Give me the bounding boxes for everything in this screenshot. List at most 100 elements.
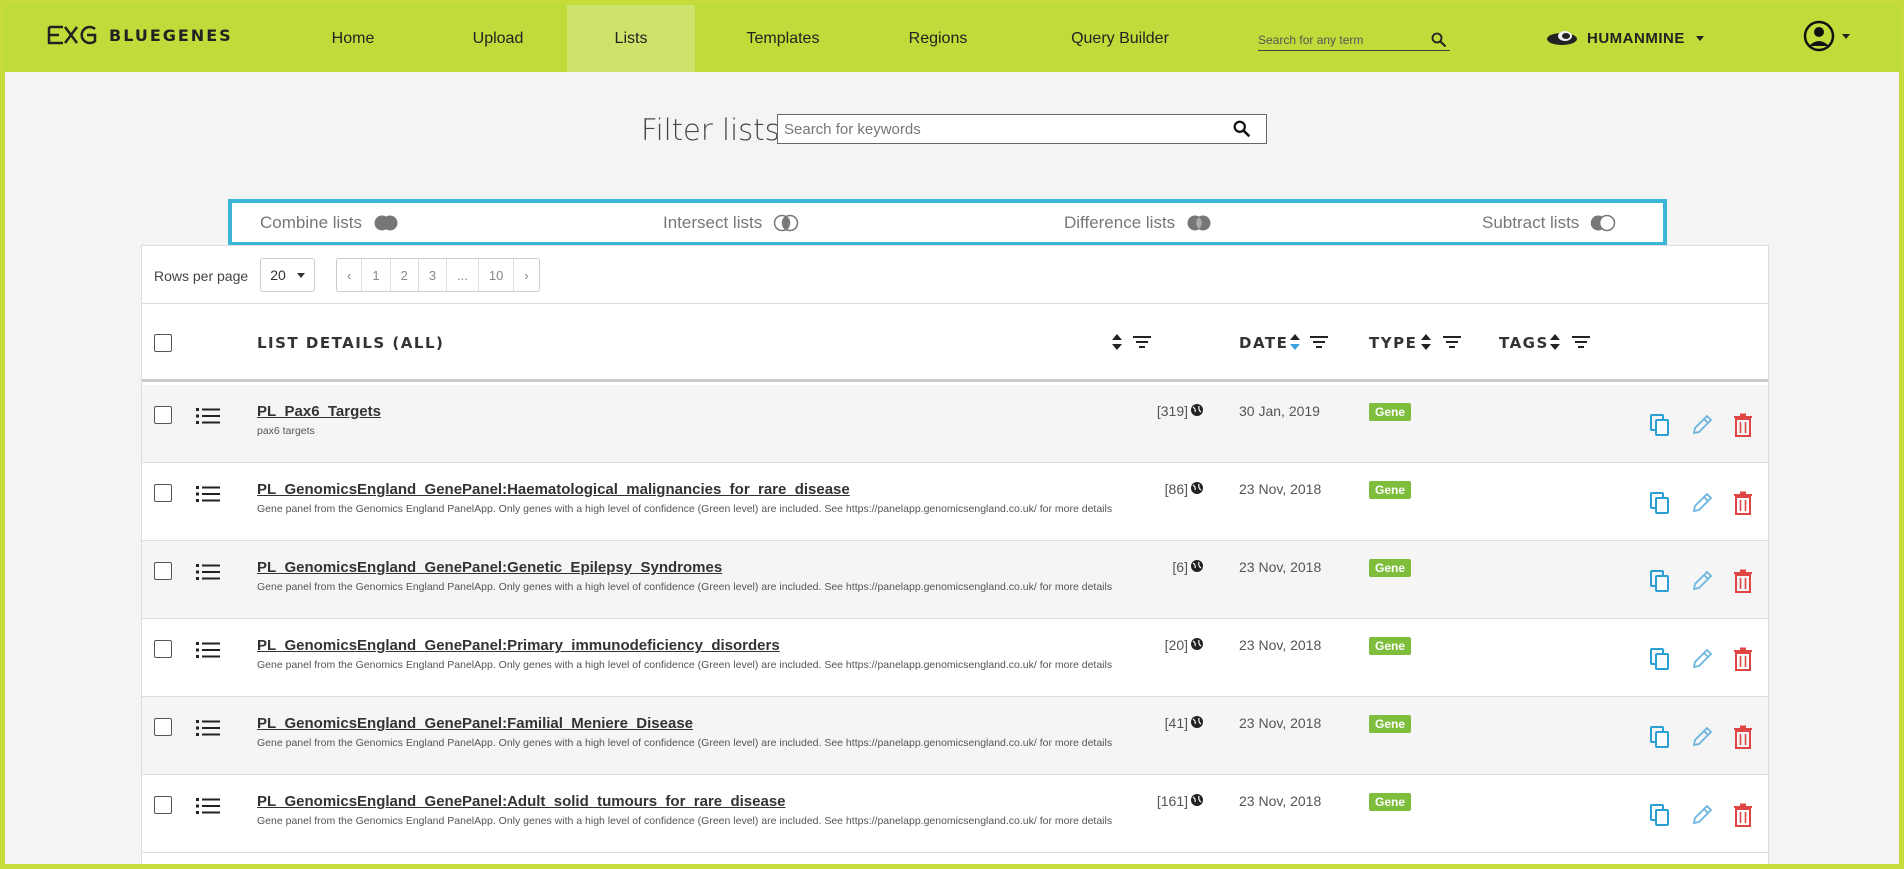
list-icon[interactable]: [196, 407, 220, 425]
combine-lists-label: Combine lists: [260, 213, 363, 232]
row-checkbox[interactable]: [154, 406, 172, 424]
difference-lists-button[interactable]: Difference lists: [1064, 213, 1213, 233]
list-date: 30 Jan, 2019: [1239, 403, 1320, 419]
list-name[interactable]: PL_GenomicsEngland_GenePanel:Haematologi…: [257, 481, 850, 498]
logo[interactable]: BLUEGENES: [47, 25, 233, 45]
page-prev[interactable]: ‹: [337, 259, 363, 291]
page-next[interactable]: ›: [514, 259, 538, 291]
edit-icon[interactable]: [1691, 725, 1713, 749]
subtract-icon: [1591, 214, 1616, 232]
list-icon[interactable]: [196, 563, 220, 581]
row-checkbox[interactable]: [154, 484, 172, 502]
edit-icon[interactable]: [1691, 803, 1713, 827]
subtract-lists-label: Subtract lists: [1482, 213, 1580, 232]
subtract-lists-button[interactable]: Subtract lists: [1482, 213, 1617, 233]
sort-desc-icon[interactable]: [1289, 332, 1301, 352]
list-description: Gene panel from the Genomics England Pan…: [257, 503, 1113, 515]
copy-icon[interactable]: [1649, 569, 1671, 593]
list-icon[interactable]: [196, 719, 220, 737]
globe-icon: [1191, 794, 1203, 806]
copy-icon[interactable]: [1649, 725, 1671, 749]
filter-icon[interactable]: [1571, 335, 1591, 349]
list-name[interactable]: PL_Pax6_Targets: [257, 403, 381, 420]
intersect-lists-button[interactable]: Intersect lists: [663, 213, 800, 233]
list-name[interactable]: PL_GenomicsEngland_GenePanel:Familial_Me…: [257, 715, 693, 732]
type-badge: Gene: [1369, 559, 1412, 577]
edit-icon[interactable]: [1691, 647, 1713, 671]
mine-name: HUMANMINE: [1587, 29, 1685, 47]
list-icon[interactable]: [196, 641, 220, 659]
list-count: [161]: [1156, 793, 1188, 809]
filter-icon[interactable]: [1442, 335, 1462, 349]
type-badge: Gene: [1369, 403, 1412, 421]
page-10[interactable]: 10: [479, 259, 515, 291]
copy-icon[interactable]: [1649, 647, 1671, 671]
list-date: 23 Nov, 2018: [1239, 793, 1322, 809]
table-row[interactable]: PL_GenomicsEngland_GenePanel:Primary_imm…: [142, 619, 1768, 697]
sort-icon[interactable]: [1549, 332, 1561, 352]
row-checkbox[interactable]: [154, 718, 172, 736]
edit-icon[interactable]: [1691, 413, 1713, 437]
rows-per-page-value: 20: [270, 267, 286, 283]
globe-icon: [1191, 716, 1203, 728]
user-menu[interactable]: [1803, 20, 1850, 52]
row-checkbox[interactable]: [154, 640, 172, 658]
list-date: 23 Nov, 2018: [1239, 481, 1322, 497]
delete-icon[interactable]: [1733, 413, 1753, 437]
list-name[interactable]: PL_GenomicsEngland_GenePanel:Adult_solid…: [257, 793, 786, 810]
delete-icon[interactable]: [1733, 725, 1753, 749]
table-row[interactable]: PL_GenomicsEngland_GenePanel:Haematologi…: [142, 463, 1768, 541]
rows-per-page-select[interactable]: 20: [260, 258, 315, 292]
intersect-lists-label: Intersect lists: [663, 213, 763, 232]
list-name[interactable]: PL_GenomicsEngland_GenePanel:Primary_imm…: [257, 637, 780, 654]
edit-icon[interactable]: [1691, 569, 1713, 593]
sort-icon[interactable]: [1111, 332, 1123, 352]
navbar: BLUEGENES Home Upload Lists Templates Re…: [5, 5, 1899, 72]
list-operations: Combine lists Intersect lists Difference…: [228, 199, 1667, 246]
sort-icon[interactable]: [1420, 332, 1432, 352]
row-checkbox[interactable]: [154, 562, 172, 580]
list-name[interactable]: PL_GenomicsEngland_GenePanel:Genetic_Epi…: [257, 559, 722, 576]
global-search-input[interactable]: [1258, 32, 1423, 47]
delete-icon[interactable]: [1733, 803, 1753, 827]
list-date: 23 Nov, 2018: [1239, 637, 1322, 653]
nav-upload[interactable]: Upload: [433, 5, 563, 72]
nav-regions[interactable]: Regions: [873, 5, 1003, 72]
table-row[interactable]: PL_GenomicsEngland_GenePanel:Familial_Me…: [142, 697, 1768, 775]
delete-icon[interactable]: [1733, 647, 1753, 671]
globe-icon: [1191, 560, 1203, 572]
page-1[interactable]: 1: [362, 259, 391, 291]
filter-search-input[interactable]: [778, 120, 1233, 138]
copy-icon[interactable]: [1649, 491, 1671, 515]
copy-icon[interactable]: [1649, 803, 1671, 827]
delete-icon[interactable]: [1733, 569, 1753, 593]
search-icon[interactable]: [1233, 120, 1251, 138]
combine-lists-button[interactable]: Combine lists: [260, 213, 400, 233]
table-row[interactable]: PL_Pax6_Targets pax6 targets [319] 30 Ja…: [142, 385, 1768, 463]
table-row[interactable]: PL_GenomicsEngland_GenePanel:Adult_solid…: [142, 775, 1768, 853]
delete-icon[interactable]: [1733, 491, 1753, 515]
list-icon[interactable]: [196, 485, 220, 503]
row-checkbox[interactable]: [154, 796, 172, 814]
list-description: pax6 targets: [257, 425, 315, 437]
nav-query-builder[interactable]: Query Builder: [1045, 5, 1195, 72]
list-icon[interactable]: [196, 797, 220, 815]
filter-icon[interactable]: [1309, 335, 1329, 349]
page-2[interactable]: 2: [391, 259, 419, 291]
nav-home[interactable]: Home: [288, 5, 418, 72]
type-badge: Gene: [1369, 715, 1412, 733]
search-icon[interactable]: [1431, 32, 1447, 48]
edit-icon[interactable]: [1691, 491, 1713, 515]
filter-icon[interactable]: [1132, 335, 1152, 349]
nav-lists[interactable]: Lists: [567, 5, 695, 72]
list-count: [319]: [1156, 403, 1188, 419]
copy-icon[interactable]: [1649, 413, 1671, 437]
mine-selector[interactable]: HUMANMINE: [1545, 29, 1704, 47]
select-all-checkbox[interactable]: [154, 334, 172, 352]
pagination-bar: Rows per page 20 ‹ 1 2 3 ... 10 ›: [142, 246, 1768, 304]
page-3[interactable]: 3: [419, 259, 448, 291]
humanmine-logo-icon: [1547, 31, 1577, 45]
nav-templates[interactable]: Templates: [713, 5, 853, 72]
table-row[interactable]: PL_GenomicsEngland_GenePanel:Genetic_Epi…: [142, 541, 1768, 619]
intersect-icon: [773, 214, 799, 232]
